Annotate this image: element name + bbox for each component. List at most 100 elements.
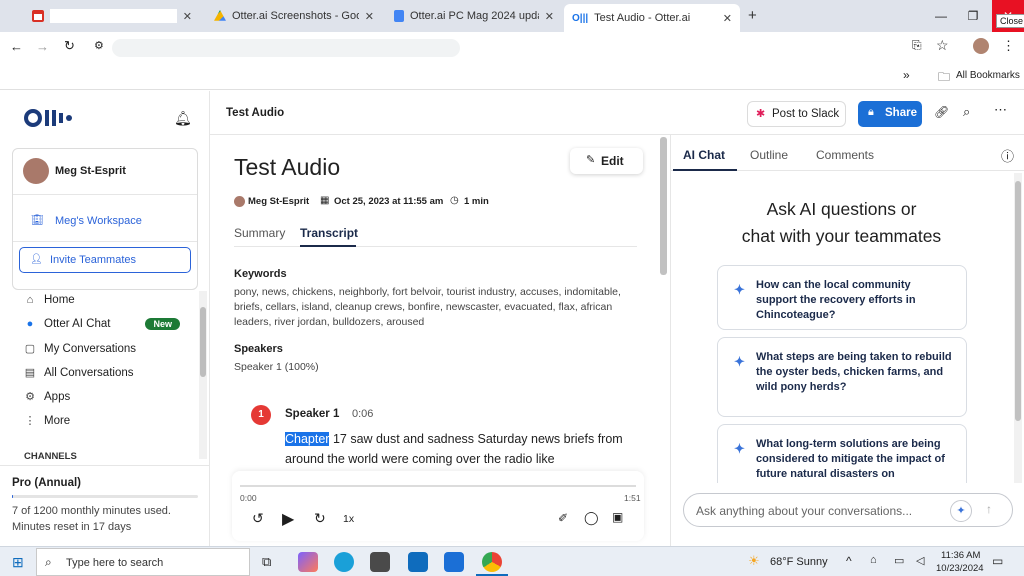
search-icon[interactable]: ⌕ — [963, 104, 970, 120]
tab-label — [50, 9, 177, 23]
task-view-icon[interactable]: ⧉ — [262, 554, 271, 570]
sidebar-item-label: Home — [44, 294, 75, 306]
browser-menu-icon[interactable]: ⋮ — [1002, 38, 1015, 54]
suggested-question[interactable]: ✦ What steps are being taken to rebuild … — [717, 337, 967, 417]
chevron-up-icon[interactable]: ^ — [846, 554, 852, 568]
chevron-right-icon[interactable]: » — [903, 68, 910, 82]
info-icon[interactable]: ⓘ — [1001, 146, 1014, 165]
all-bookmarks-link[interactable]: All Bookmarks — [956, 70, 1020, 81]
transcript-text[interactable]: Chapter 17 saw dust and sadness Saturday… — [285, 429, 625, 469]
close-tab-icon[interactable]: ✕ — [183, 10, 192, 23]
taskbar-search[interactable]: ⌕ Type here to search — [36, 548, 250, 576]
edit-button[interactable]: ✎ Edit — [570, 148, 643, 174]
notifications-icon[interactable]: ▭ — [992, 554, 1003, 568]
tab-transcript[interactable]: Transcript — [300, 226, 358, 240]
tab-ai-chat[interactable]: AI Chat — [683, 148, 725, 162]
back-icon[interactable]: ← — [10, 39, 23, 54]
clock-date[interactable]: 10/23/2024 — [936, 563, 984, 574]
clock-time[interactable]: 11:36 AM — [941, 550, 980, 561]
file-explorer-icon[interactable] — [370, 552, 390, 572]
suggested-question[interactable]: ✦ How can the local community support th… — [717, 265, 967, 330]
sparkle-icon: ✦ — [734, 441, 745, 456]
conversation-date: Oct 25, 2023 at 11:55 am — [334, 196, 444, 207]
taskbar-search-placeholder: Type here to search — [66, 557, 164, 569]
sidebar-item-all-conversations[interactable]: ▤ All Conversations — [24, 366, 134, 380]
tab-comments[interactable]: Comments — [816, 148, 874, 162]
sidebar-item-otter-ai-chat[interactable]: ● Otter AI Chat New — [24, 318, 180, 330]
segment-time[interactable]: 0:06 — [352, 408, 373, 420]
invite-teammates-button[interactable]: 👤︎ Invite Teammates — [19, 247, 191, 273]
close-tab-icon[interactable]: ✕ — [723, 12, 732, 25]
post-to-slack-button[interactable]: ✱ Post to Slack — [747, 101, 846, 127]
highlighted-word[interactable]: Chapter — [285, 432, 330, 446]
network-icon[interactable]: ⌂ — [870, 554, 877, 566]
send-icon[interactable]: ↑ — [986, 502, 992, 516]
sidebar-item-more[interactable]: ⋮ More — [24, 414, 71, 428]
copilot-icon[interactable] — [298, 552, 318, 572]
profile-avatar[interactable] — [973, 38, 989, 54]
bookmark-star-icon[interactable]: ☆ — [936, 37, 949, 54]
volume-icon[interactable]: ◁ — [916, 554, 924, 567]
channels-heading: CHANNELS — [24, 451, 77, 462]
ai-chat-heading: Ask AI questions or chat with your teamm… — [671, 196, 1012, 250]
address-bar[interactable] — [112, 39, 460, 57]
sidebar-item-my-conversations[interactable]: ▢ My Conversations — [24, 342, 137, 356]
sidebar-item-home[interactable]: ⌂ Home — [24, 294, 75, 306]
ai-chat-input-placeholder: Ask anything about your conversations... — [696, 504, 913, 518]
playback-speed[interactable]: 1x — [343, 513, 354, 525]
restore-icon[interactable]: ❐ — [958, 0, 988, 32]
home-icon: ⌂ — [26, 294, 34, 306]
conversations-icon: ▤ — [24, 367, 36, 379]
weather-text[interactable]: 68°F Sunny — [770, 556, 828, 568]
workspace-link[interactable]: Meg's Workspace — [55, 215, 142, 227]
mail-icon[interactable] — [444, 552, 464, 572]
more-options-icon[interactable]: ⋯ — [994, 102, 1007, 118]
playback-progress-bar[interactable] — [240, 485, 636, 487]
close-tooltip: Close — [996, 14, 1024, 28]
author-name: Meg St-Esprit — [248, 196, 310, 207]
segment-text: 17 saw dust and sadness Saturday news br… — [285, 432, 623, 466]
page-title: Test Audio — [226, 107, 285, 119]
segment-speaker[interactable]: Speaker 1 — [285, 408, 339, 420]
minimize-icon[interactable]: — — [926, 0, 956, 32]
tab-outline[interactable]: Outline — [750, 148, 788, 162]
windows-start-icon[interactable]: ⊞ — [12, 554, 24, 571]
windows-taskbar: ⊞ ⌕ Type here to search ⧉ ☀ 68°F Sunny ^… — [0, 546, 1024, 576]
site-settings-icon[interactable]: ⚙ — [94, 39, 104, 52]
clock-icon: ◷ — [450, 195, 459, 206]
ai-chat-scrollbar[interactable] — [1014, 173, 1022, 483]
notification-bell-icon[interactable]: 🔔︎ — [174, 110, 192, 127]
new-tab-icon[interactable]: + — [748, 7, 757, 24]
transcript-scrollbar[interactable] — [660, 137, 667, 275]
close-tab-icon[interactable]: ✕ — [545, 10, 554, 23]
sidebar-item-label: My Conversations — [44, 342, 137, 355]
link-icon[interactable]: 🔗︎ — [934, 105, 949, 119]
ai-sparkle-icon[interactable]: ✦ — [950, 500, 972, 522]
fast-forward-icon[interactable]: ↻ — [314, 510, 326, 527]
reload-icon[interactable]: ↻ — [64, 38, 75, 54]
edge-icon[interactable] — [334, 552, 354, 572]
play-icon[interactable]: ▶ — [282, 509, 294, 529]
sidebar-item-apps[interactable]: ⚙ Apps — [24, 390, 70, 404]
sidebar-scrollbar[interactable] — [199, 291, 207, 459]
tab-google-docs[interactable]: Otter.ai PC Mag 2024 update/S ✕ — [386, 4, 562, 28]
share-label: Share — [885, 107, 917, 119]
tab-otter-active[interactable]: O||| Test Audio - Otter.ai ✕ — [564, 4, 740, 32]
rewind-icon[interactable]: ↺ — [252, 510, 264, 527]
close-tab-icon[interactable]: ✕ — [365, 10, 374, 23]
ai-chat-input[interactable]: Ask anything about your conversations...… — [683, 493, 1013, 527]
tab-google-drive[interactable]: Otter.ai Screenshots - Google D ✕ — [206, 4, 382, 28]
tab-summary[interactable]: Summary — [234, 226, 285, 240]
battery-icon[interactable]: ▭ — [894, 554, 904, 567]
chrome-icon[interactable] — [482, 552, 502, 572]
share-button[interactable]: 🔒︎ Share — [858, 101, 922, 127]
comment-icon[interactable]: ◯ — [584, 510, 599, 526]
forward-icon[interactable]: → — [36, 39, 49, 54]
workspace-card: Meg St-Esprit 🏢︎ Meg's Workspace 👤︎ Invi… — [12, 148, 198, 290]
image-icon[interactable]: ▣ — [612, 510, 623, 524]
install-app-icon[interactable]: ⎘ — [912, 38, 922, 53]
highlight-icon[interactable]: ✐ — [558, 511, 568, 525]
store-icon[interactable] — [408, 552, 428, 572]
tab-gmail[interactable]: ✕ — [24, 4, 200, 28]
search-icon: ⌕ — [45, 555, 52, 569]
